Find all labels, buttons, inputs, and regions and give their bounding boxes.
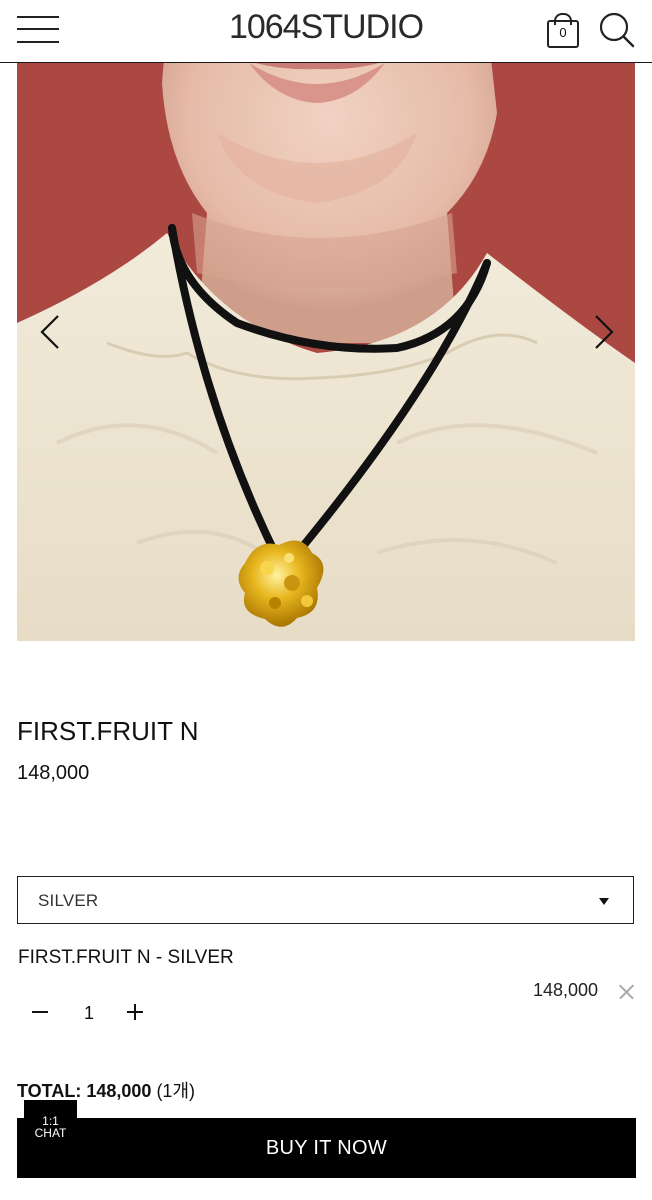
total-label: TOTAL:: [17, 1081, 82, 1101]
buy-now-button[interactable]: BUY IT NOW: [17, 1118, 636, 1178]
close-icon[interactable]: [617, 983, 635, 1001]
selected-option-name: FIRST.FRUIT N - SILVER: [18, 947, 234, 968]
selected-option-price: 148,000: [533, 980, 599, 1000]
shopping-bag-icon[interactable]: 0: [545, 11, 579, 48]
chevron-right-icon[interactable]: [588, 312, 618, 352]
quantity-value[interactable]: 1: [80, 1003, 98, 1024]
chat-button[interactable]: 1:1 CHAT: [24, 1100, 77, 1144]
quantity-increase-button[interactable]: [125, 1000, 147, 1024]
quantity-decrease-button[interactable]: [30, 1000, 52, 1024]
chat-label-line2: CHAT: [34, 1126, 67, 1140]
chevron-left-icon[interactable]: [36, 312, 66, 352]
dropdown-caret-icon: [599, 898, 609, 905]
product-price: 148,000: [17, 762, 90, 784]
total-count: (1개): [156, 1081, 195, 1101]
option-select-value: SILVER: [38, 891, 99, 910]
total-amount: 148,000: [86, 1081, 152, 1101]
search-icon[interactable]: [598, 11, 636, 49]
product-image: [17, 23, 635, 641]
option-select[interactable]: SILVER: [17, 876, 634, 924]
cart-count: 0: [559, 25, 567, 40]
site-header: 1064STUDIO 0: [0, 0, 652, 63]
product-title: FIRST.FRUIT N: [17, 716, 199, 746]
